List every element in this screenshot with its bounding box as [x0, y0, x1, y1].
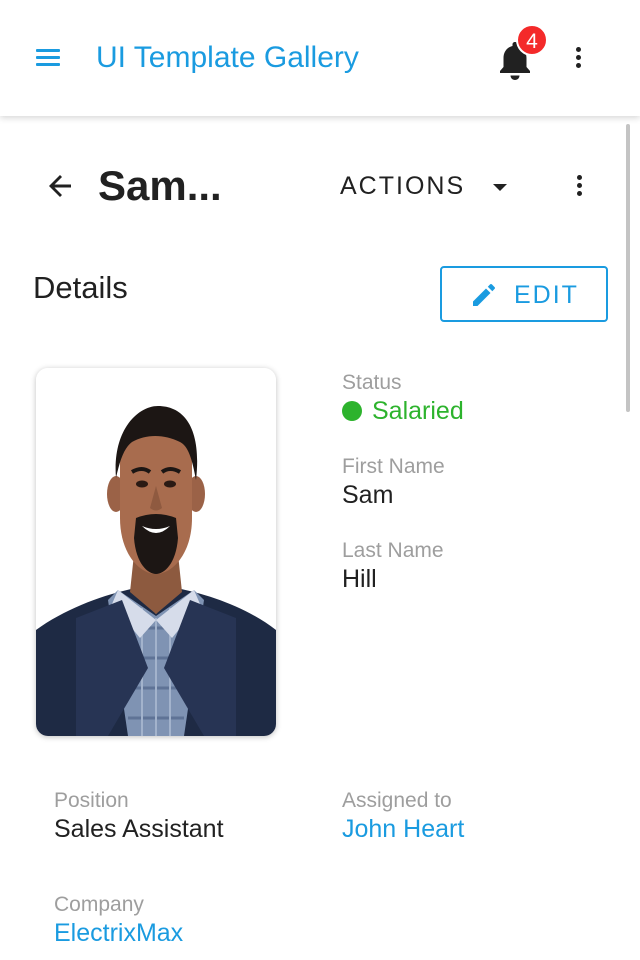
last-name-value: Hill [342, 565, 377, 593]
status-label: Status [342, 371, 402, 394]
position-field: Position Sales Assistant [54, 788, 224, 844]
company-field: Company ElectrixMax [54, 892, 183, 948]
actions-label: ACTIONS [340, 172, 466, 200]
assigned-to-link[interactable]: John Heart [342, 814, 464, 844]
status-text: Salaried [372, 397, 464, 425]
edit-label: EDIT [514, 281, 579, 309]
more-vertical-icon[interactable] [567, 44, 591, 72]
hamburger-menu-icon[interactable] [28, 38, 68, 78]
pencil-icon [473, 284, 495, 306]
position-label: Position [54, 789, 129, 812]
app-title: UI Template Gallery [96, 41, 359, 74]
company-link[interactable]: ElectrixMax [54, 918, 183, 948]
notification-badge: 4 [516, 24, 548, 56]
last-name-field: Last Name Hill [342, 538, 444, 594]
first-name-value: Sam [342, 481, 394, 509]
company-label: Company [54, 893, 144, 916]
employee-photo [36, 368, 276, 736]
edit-button[interactable]: EDIT [440, 266, 608, 322]
more-vertical-icon[interactable] [568, 172, 592, 200]
app-bar: UI Template Gallery 4 [0, 0, 640, 116]
assigned-to-label: Assigned to [342, 789, 452, 812]
page-title: Sam... [98, 162, 222, 209]
assigned-to-field: Assigned to John Heart [342, 788, 464, 844]
status-value: Salaried [342, 396, 464, 426]
status-field: Status Salaried [342, 370, 464, 426]
first-name-label: First Name [342, 455, 445, 478]
position-value: Sales Assistant [54, 815, 224, 843]
last-name-label: Last Name [342, 539, 444, 562]
actions-dropdown-button[interactable]: ACTIONS [340, 164, 508, 208]
section-title: Details [33, 270, 128, 305]
arrow-back-icon[interactable] [44, 170, 76, 202]
main-content: Sam... ACTIONS Details EDIT Status Salar… [0, 116, 640, 960]
first-name-field: First Name Sam [342, 454, 445, 510]
status-dot-icon [342, 401, 362, 421]
caret-down-icon [493, 183, 508, 191]
scrollbar[interactable] [626, 124, 630, 412]
